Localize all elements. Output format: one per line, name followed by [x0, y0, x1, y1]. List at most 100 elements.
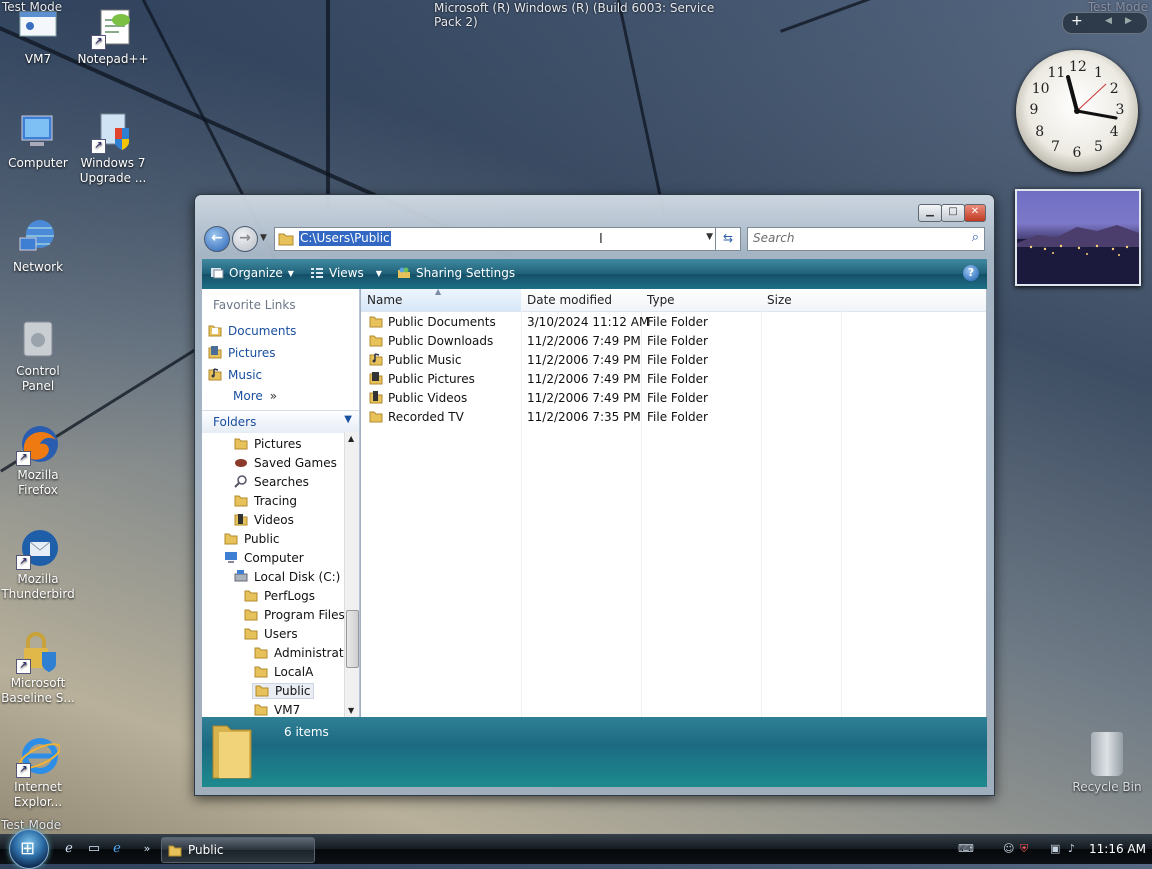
help-button[interactable]: ? [963, 265, 979, 281]
tree-item[interactable]: Administrato [254, 646, 351, 660]
tree-item[interactable]: Computer [224, 551, 304, 565]
drive-icon [234, 570, 248, 583]
add-gadget-icon[interactable]: + [1071, 13, 1083, 29]
maximize-button[interactable]: □ [941, 204, 965, 222]
computer-icon [224, 551, 238, 564]
tree-item[interactable]: LocalA [254, 665, 313, 679]
keyboard-icon[interactable]: ⌨ [958, 842, 974, 855]
desktop-icon-control-panel[interactable]: Control Panel [0, 318, 76, 394]
help-icon: ? [967, 266, 975, 279]
column-header-blank [841, 289, 986, 312]
notepadpp-icon: ↗ [91, 6, 135, 50]
tree-item[interactable]: Local Disk (C:) [234, 570, 340, 584]
recent-pages-button[interactable]: ▼ [260, 233, 267, 243]
desktop-icon-recycle-bin[interactable]: Recycle Bin [1072, 732, 1142, 794]
clock-hour-hand [1066, 75, 1079, 113]
views-button[interactable]: Views ▼ [310, 265, 382, 282]
desktop-icon-vm7[interactable]: VM7 [0, 6, 76, 67]
thunderbird-icon: ↗ [16, 526, 60, 570]
searches-icon [234, 475, 248, 488]
favorite-link-documents[interactable]: Documents [208, 323, 296, 338]
search-icon[interactable]: ⌕ [972, 230, 979, 245]
tree-scrollbar[interactable]: ▲ ▼ [344, 432, 359, 717]
slideshow-gadget[interactable] [1015, 189, 1141, 286]
address-dropdown-icon[interactable]: ▼ [706, 232, 713, 242]
desktop-icon-label: Network [12, 260, 64, 274]
more-links-button[interactable]: More» [233, 389, 277, 403]
file-row[interactable]: Public Videos 11/2/2006 7:49 PM File Fol… [361, 389, 841, 408]
tree-item[interactable]: Public [224, 532, 280, 546]
clock-numeral: 8 [1035, 123, 1045, 140]
network-tray-icon[interactable]: ▣ [1050, 842, 1060, 855]
address-text[interactable]: C:\Users\Public [299, 231, 391, 246]
tree-item[interactable]: Pictures [234, 437, 302, 451]
tree-item[interactable]: Searches [234, 475, 309, 489]
sidebar-controls[interactable]: + ◀ ▶ [1062, 12, 1148, 34]
desktop-icon-thunderbird[interactable]: ↗ Mozilla Thunderbird [0, 526, 76, 602]
volume-icon[interactable]: ♪ [1068, 842, 1075, 855]
address-bar[interactable]: C:\Users\Public I ▼ [274, 227, 716, 251]
desktop-icon-notepadpp[interactable]: ↗ Notepad++ [75, 6, 151, 67]
clock-numeral: 3 [1115, 102, 1125, 118]
scroll-up-icon[interactable]: ▲ [348, 434, 354, 443]
column-header-name[interactable]: Name ▲ [361, 287, 522, 312]
tree-item[interactable]: PerfLogs [244, 589, 315, 603]
scroll-thumb[interactable] [346, 610, 359, 668]
tree-item[interactable]: Program Files [244, 608, 345, 622]
search-box[interactable]: Search ⌕ [747, 227, 985, 251]
users-icon[interactable]: ☺ [1003, 842, 1014, 855]
show-desktop-icon[interactable]: ▭ [85, 840, 103, 858]
file-row[interactable]: Public Pictures 11/2/2006 7:49 PM File F… [361, 370, 841, 389]
folders-header[interactable]: Folders ▼ [202, 410, 359, 433]
refresh-button[interactable]: ⇆ [715, 227, 741, 251]
favorite-link-pictures[interactable]: Pictures [208, 345, 276, 360]
chevron-right-icon[interactable]: ▶ [1125, 16, 1132, 26]
quicklaunch-ie-icon[interactable]: ℯ [60, 840, 78, 858]
column-header-date[interactable]: Date modified [521, 289, 642, 312]
folder-icon [254, 665, 268, 678]
file-row[interactable]: Recorded TV 11/2/2006 7:35 PM File Folde… [361, 408, 841, 427]
file-row[interactable]: Public Documents 3/10/2024 11:12 AM File… [361, 313, 841, 332]
double-chevron-right-icon[interactable]: » [138, 840, 156, 858]
desktop-icon-network[interactable]: Network [0, 214, 76, 275]
clock-gadget[interactable]: 12 1 2 3 4 5 6 7 8 9 10 11 [1016, 50, 1138, 172]
taskbar-button-public[interactable]: Public [161, 837, 315, 863]
clock-numeral: 10 [1031, 80, 1050, 97]
sharing-settings-button[interactable]: Sharing Settings [397, 265, 515, 281]
desktop-icon-firefox[interactable]: ↗ Mozilla Firefox [0, 422, 76, 498]
file-row[interactable]: Public Music 11/2/2006 7:49 PM File Fold… [361, 351, 841, 370]
explorer-window[interactable]: ▁ □ ✕ ← → ▼ C:\Users\Public I ▼ ⇆ Search… [194, 194, 995, 796]
desktop-icon-label: Windows 7 Upgrade ... [79, 156, 147, 185]
start-button[interactable]: ⊞ [9, 829, 49, 869]
close-button[interactable]: ✕ [964, 204, 986, 222]
upgrade-advisor-icon: ↗ [91, 110, 135, 154]
tree-item[interactable]: VM7 [254, 703, 300, 717]
tree-item-selected[interactable]: Public [252, 683, 314, 699]
file-row[interactable]: Public Downloads 11/2/2006 7:49 PM File … [361, 332, 841, 351]
minimize-button[interactable]: ▁ [918, 204, 942, 222]
column-header-size[interactable]: Size [761, 289, 842, 312]
desktop-icon-baseline-security[interactable]: ↗ Microsoft Baseline S... [0, 630, 76, 706]
back-button[interactable]: ← [204, 226, 230, 252]
tree-item[interactable]: Videos [234, 513, 294, 527]
chevron-left-icon[interactable]: ◀ [1105, 16, 1112, 26]
forward-button[interactable]: → [232, 226, 258, 252]
tree-item[interactable]: Tracing [234, 494, 297, 508]
clock-numeral: 6 [1072, 145, 1082, 161]
scroll-down-icon[interactable]: ▼ [348, 706, 354, 715]
tree-item[interactable]: Users [244, 627, 298, 641]
desktop-icon-label: Mozilla Firefox [17, 468, 59, 497]
desktop-icon-windows7-upgrade[interactable]: ↗ Windows 7 Upgrade ... [75, 110, 151, 186]
security-alert-icon[interactable]: ⛨ [1020, 842, 1028, 856]
windows-logo-icon: ⊞ [20, 838, 36, 859]
chevron-down-icon: ▼ [287, 269, 294, 278]
column-header-type[interactable]: Type [641, 289, 762, 312]
desktop-icon-internet-explorer[interactable]: ↗ Internet Explor... [0, 734, 76, 810]
organize-button[interactable]: Organize ▼ [210, 265, 294, 282]
taskbar-clock[interactable]: 11:16 AM [1089, 842, 1146, 856]
sharing-label: Sharing Settings [416, 266, 516, 280]
favorite-link-music[interactable]: Music [208, 367, 262, 382]
internet-explorer-icon[interactable]: ℯ [108, 840, 126, 858]
desktop-icon-computer[interactable]: Computer [0, 110, 76, 171]
tree-item[interactable]: Saved Games [234, 456, 337, 470]
